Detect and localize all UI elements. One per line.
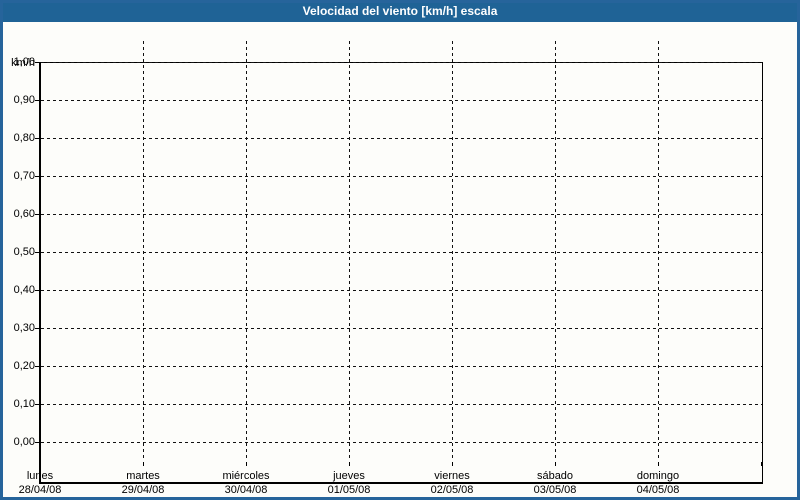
x-axis-tick (143, 462, 144, 466)
x-axis-tick (349, 462, 350, 466)
x-date-label: 01/05/08 (327, 484, 371, 496)
chart-title: Velocidad del viento [km/h] escala (302, 4, 498, 18)
y-tick-label: 0,30 (13, 322, 35, 334)
h-grid-line (41, 442, 762, 443)
plot-area (39, 62, 763, 484)
x-day-label: viernes (434, 470, 470, 482)
y-tick-label: 0,50 (13, 246, 35, 258)
h-grid-line (41, 176, 762, 177)
y-tick-label: 0,90 (13, 94, 35, 106)
y-axis-tick (35, 62, 39, 63)
h-grid-line (41, 290, 762, 291)
h-grid-line (41, 138, 762, 139)
x-axis-tick (246, 462, 247, 466)
y-axis-tick (35, 442, 39, 443)
h-grid-line (41, 404, 762, 405)
y-axis-tick (35, 366, 39, 367)
y-axis-tick (35, 290, 39, 291)
x-axis-tick (40, 462, 41, 466)
x-axis-tick (658, 462, 659, 466)
h-grid-line (41, 366, 762, 367)
y-tick-label: 0,20 (13, 360, 35, 372)
x-date-label: 30/04/08 (224, 484, 268, 496)
x-day-label: jueves (333, 470, 365, 482)
x-day-label: sábado (536, 470, 574, 482)
x-axis-tick (555, 462, 556, 466)
x-date-label: 02/05/08 (430, 484, 474, 496)
h-grid-line (41, 328, 762, 329)
chart-title-bar: Velocidad del viento [km/h] escala (0, 0, 800, 22)
h-grid-line (41, 100, 762, 101)
v-grid-line (555, 41, 556, 460)
x-day-label: martes (126, 470, 160, 482)
v-grid-line (349, 41, 350, 460)
y-tick-label: 0,00 (13, 436, 35, 448)
h-grid-line (41, 62, 762, 63)
h-grid-line (41, 252, 762, 253)
y-axis-tick (35, 328, 39, 329)
y-tick-label: 1,00 (13, 56, 35, 68)
x-date-label: 03/05/08 (533, 484, 577, 496)
x-day-label: domingo (636, 470, 680, 482)
y-tick-label: 0,10 (13, 398, 35, 410)
y-tick-label: 0,40 (13, 284, 35, 296)
y-tick-label: 0,60 (13, 208, 35, 220)
y-axis-tick (35, 404, 39, 405)
x-date-label: 04/05/08 (636, 484, 680, 496)
y-tick-label: 0,70 (13, 170, 35, 182)
h-grid-line (41, 214, 762, 215)
v-grid-line (452, 41, 453, 460)
y-axis-tick (35, 100, 39, 101)
v-grid-line (143, 41, 144, 460)
x-date-label: 29/04/08 (121, 484, 165, 496)
x-day-label: miércoles (222, 470, 270, 482)
y-axis-tick (35, 176, 39, 177)
y-tick-label: 0,80 (13, 132, 35, 144)
v-grid-line (246, 41, 247, 460)
y-axis-tick (35, 214, 39, 215)
x-axis-tick (761, 462, 762, 466)
y-axis-tick (35, 252, 39, 253)
v-grid-line (658, 41, 659, 460)
x-day-label: lunes (26, 470, 54, 482)
chart-window: { "window": { "title": "Velocidad del vi… (0, 0, 800, 500)
chart-area: km/h 1,00 0,90 0,80 0,70 0,60 0,50 0,40 0,30 0,2… (0, 22, 800, 500)
x-date-label: 28/04/08 (18, 484, 62, 496)
x-axis-tick (452, 462, 453, 466)
y-axis-tick (35, 138, 39, 139)
